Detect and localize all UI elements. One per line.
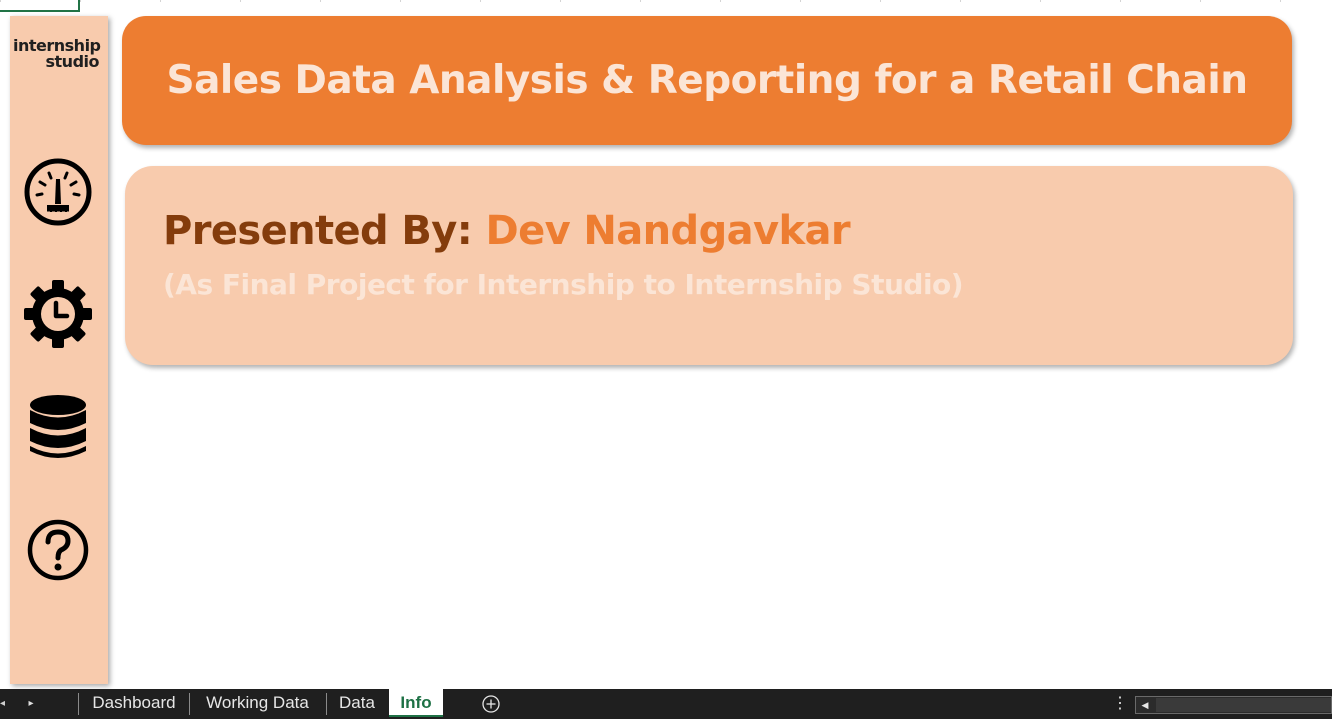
presenter-card: Presented By: Dev Nandgavkar (As Final P… [125,166,1293,365]
scroll-left-arrow-icon[interactable]: ◀ [1136,697,1154,713]
settings-clock-icon [24,280,92,348]
presenter-subtitle: (As Final Project for Internship to Inte… [163,268,964,301]
column-gridlines [0,0,1332,2]
page-title: Sales Data Analysis & Reporting for a Re… [166,58,1248,103]
more-options-icon[interactable]: ⋮ [1112,689,1128,719]
add-sheet-icon[interactable] [482,695,500,713]
sidebar: internship studio [10,16,108,684]
logo-line-2: studio [45,52,100,71]
presenter-name: Dev Nandgavkar [485,208,851,254]
database-icon [30,395,86,458]
tab-working-data[interactable]: Working Data [190,689,325,717]
selected-cell[interactable] [0,0,80,12]
scrollbar-thumb[interactable] [1156,698,1331,712]
scroll-tabs-left-icon[interactable]: ◂ [0,689,10,719]
sidebar-item-data[interactable] [22,392,94,464]
tab-info[interactable]: Info [389,689,443,717]
dashboard-gauge-icon [24,158,92,226]
sidebar-item-info[interactable] [22,514,94,586]
sidebar-item-dashboard[interactable] [22,156,94,228]
presented-by-line: Presented By: Dev Nandgavkar [163,208,851,254]
internship-studio-logo: internship studio [10,38,108,70]
horizontal-scrollbar[interactable]: ◀ [1135,696,1332,714]
title-banner: Sales Data Analysis & Reporting for a Re… [122,16,1292,145]
tab-dashboard[interactable]: Dashboard [80,689,188,717]
worksheet-area[interactable]: internship studio Sales Data Analysis & … [0,0,1332,689]
presented-by-label: Presented By: [163,208,473,254]
tab-data[interactable]: Data [327,689,387,717]
tab-divider [78,693,79,715]
sheet-tab-bar: ◂ ▸ Dashboard Working Data Data Info ⋮ ◀ [0,689,1332,719]
help-icon [27,519,89,581]
scroll-tabs-right-icon[interactable]: ▸ [24,689,38,719]
sidebar-item-settings[interactable] [22,278,94,350]
